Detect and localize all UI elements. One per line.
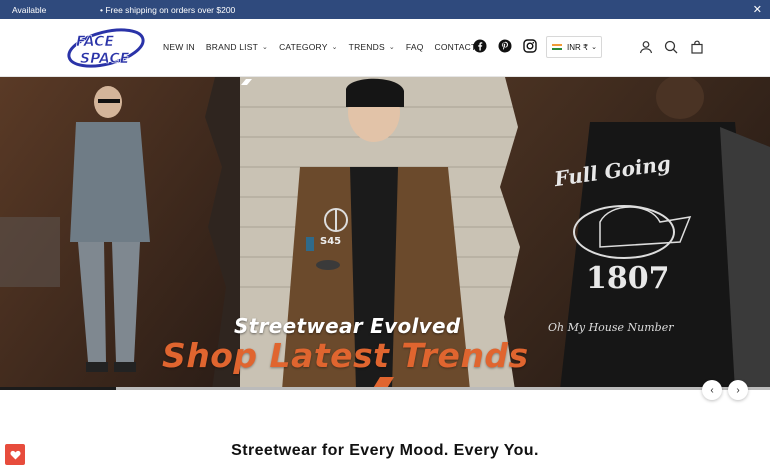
nav-label: NEW IN — [163, 42, 195, 52]
nav-brand-list[interactable]: BRAND LIST ⌄ — [206, 42, 268, 52]
nav-new-in[interactable]: NEW IN — [163, 42, 195, 52]
cart-icon[interactable] — [690, 40, 704, 54]
patch-text: S45 — [320, 236, 342, 247]
chevron-down-icon: ⌄ — [591, 44, 597, 51]
slider-progress — [0, 387, 770, 390]
chevron-down-icon: ⌄ — [331, 44, 338, 51]
announcement-bar: Available • Free shipping on orders over… — [0, 0, 770, 19]
slider-next-button[interactable]: › — [728, 380, 748, 400]
free-shipping-text: • Free shipping on orders over $200 — [100, 5, 236, 15]
jacket-number-text: 1807 — [586, 261, 670, 296]
slider-progress-fill — [0, 387, 116, 390]
currency-label: INR ₹ — [567, 42, 589, 52]
wishlist-button[interactable] — [5, 444, 25, 465]
hero-headline: Streetwear Evolved — [234, 314, 461, 338]
site-header: FACE SPACE NEW IN BRAND LIST ⌄ CATEGORY ⌄ … — [0, 19, 770, 77]
nav-category[interactable]: CATEGORY ⌄ — [279, 42, 338, 52]
logo-text-bottom: SPACE — [80, 51, 130, 67]
nav-label: CATEGORY — [279, 42, 328, 52]
chevron-down-icon: ⌄ — [388, 44, 395, 51]
hero-subheadline[interactable]: Shop Latest Trends — [162, 336, 529, 375]
nav-trends[interactable]: TRENDS ⌄ — [349, 42, 395, 52]
nav-label: CONTACT — [434, 42, 477, 52]
nav-faq[interactable]: FAQ — [406, 42, 424, 52]
instagram-icon[interactable] — [523, 39, 537, 53]
announcement-left-text: Available — [12, 5, 47, 15]
slider-prev-button[interactable]: ‹ — [702, 380, 722, 400]
jacket-caption-text: Oh My House Number — [548, 321, 674, 334]
site-logo[interactable]: FACE SPACE — [66, 25, 146, 71]
currency-selector[interactable]: INR ₹ ⌄ — [546, 36, 602, 58]
nav-label: BRAND LIST — [205, 42, 258, 52]
heart-icon — [9, 450, 21, 460]
nav-contact[interactable]: CONTACT — [435, 42, 477, 52]
nav-label: TRENDS — [348, 42, 385, 52]
facebook-icon[interactable] — [473, 39, 487, 53]
hero-banner[interactable]: S45 Full Going 1807 Oh My House Number S… — [0, 77, 770, 390]
pinterest-icon[interactable] — [498, 39, 512, 53]
chevron-down-icon: ⌄ — [261, 44, 269, 51]
chevron-left-icon: ‹ — [710, 384, 714, 396]
section-title: Streetwear for Every Mood. Every You. — [231, 442, 539, 459]
close-icon[interactable]: ✕ — [753, 3, 762, 16]
chevron-right-icon: › — [736, 384, 740, 396]
nav-label: FAQ — [405, 42, 424, 52]
india-flag-icon — [552, 43, 562, 51]
logo-mark: FACE SPACE — [67, 28, 145, 68]
main-nav: NEW IN BRAND LIST ⌄ CATEGORY ⌄ TRENDS ⌄ FAQ… — [163, 42, 487, 52]
search-icon[interactable] — [664, 40, 678, 54]
logo-text-top: FACE — [76, 34, 114, 50]
account-icon[interactable] — [639, 40, 653, 54]
